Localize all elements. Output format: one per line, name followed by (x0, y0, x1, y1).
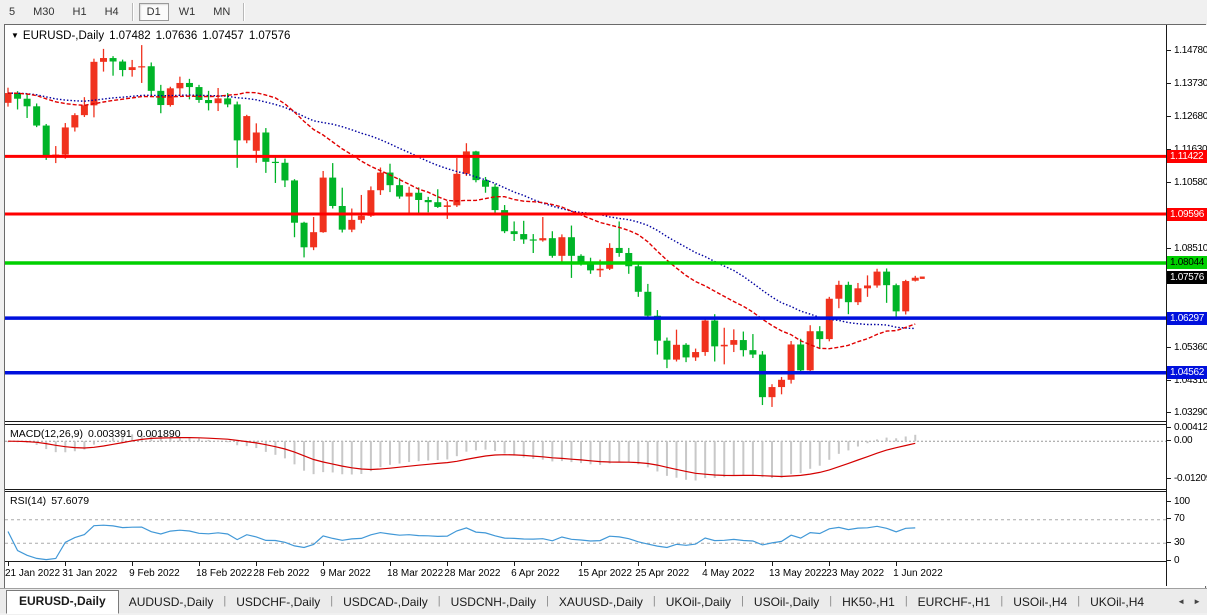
axis-tick-label: -0.01209 (1167, 472, 1207, 485)
main-chart-panel[interactable]: ▼ EURUSD-,Daily 1.07482 1.07636 1.07457 1.075… (5, 25, 1166, 422)
tab-usoil-daily[interactable]: USOil-,Daily (744, 592, 829, 613)
tab-xauusd-daily[interactable]: XAUUSD-,Daily (549, 592, 653, 613)
tab-scroll-right-icon[interactable]: ► (1193, 597, 1201, 606)
axis-tick-label: 30 (1167, 536, 1207, 549)
tab-eurusd-daily[interactable]: EURUSD-,Daily (6, 590, 119, 614)
toolbar-separator (132, 3, 134, 21)
axis-tick-label: 0.004128 (1167, 421, 1207, 434)
date-tick (705, 562, 706, 566)
axis-tick-label: 70 (1167, 512, 1207, 525)
tab-eurchf-h1[interactable]: EURCHF-,H1 (908, 592, 1001, 613)
tab-scroll-buttons: ◄► (1177, 597, 1201, 606)
chart-dropdown-icon: ▼ (11, 31, 19, 40)
price-level-label: 1.09596 (1167, 208, 1207, 221)
chart-title: ▼ EURUSD-,Daily 1.07482 1.07636 1.07457 1.075… (11, 30, 290, 42)
timeframe-toolbar: 5M30H1H4 D1W1MN (0, 0, 1207, 24)
trading-platform: 5M30H1H4 D1W1MN ▼ EURUSD-,Daily 1.07482 1.07… (0, 0, 1207, 615)
macd-main-value: 0.003391 (88, 428, 132, 440)
candlestick-chart[interactable] (5, 25, 1166, 421)
price-level-label: 1.08044 (1167, 256, 1207, 269)
toolbar-item-h1[interactable]: H1 (65, 3, 95, 21)
date-label: 28 Feb 2022 (253, 568, 309, 579)
date-tick (132, 562, 133, 566)
date-tick (8, 562, 9, 566)
date-label: 21 Jan 2022 (5, 568, 60, 579)
date-tick (256, 562, 257, 566)
date-tick (514, 562, 515, 566)
date-label: 18 Mar 2022 (387, 568, 443, 579)
tab-usoil-h4[interactable]: USOil-,H4 (1003, 592, 1077, 613)
bar-high-value: 1.07636 (156, 30, 198, 42)
date-label: 31 Jan 2022 (62, 568, 117, 579)
rsi-label: RSI(14)57.6079 (10, 495, 89, 507)
toolbar-item-d1[interactable]: D1 (139, 3, 169, 21)
tab-usdcnh-daily[interactable]: USDCNH-,Daily (441, 592, 546, 613)
date-tick (896, 562, 897, 566)
date-label: 4 May 2022 (702, 568, 754, 579)
date-label: 25 Apr 2022 (635, 568, 689, 579)
price-axis: 1.147801.137301.126801.116301.105801.085… (1166, 25, 1207, 586)
tab-ukoil-h4[interactable]: UKOil-,H4 (1080, 592, 1154, 613)
axis-tick-label: 1.03290 (1167, 406, 1207, 419)
rsi-panel[interactable]: RSI(14)57.6079 (5, 491, 1166, 562)
macd-panel[interactable]: MACD(12,26,9)0.0033910.001890 (5, 424, 1166, 490)
toolbar-item-m30[interactable]: M30 (25, 3, 62, 21)
price-level-label: 1.11422 (1167, 150, 1207, 163)
date-label: 9 Feb 2022 (129, 568, 180, 579)
macd-label: MACD(12,26,9)0.0033910.001890 (10, 428, 181, 440)
toolbar-item-w1[interactable]: W1 (171, 3, 204, 21)
tab-usdcad-daily[interactable]: USDCAD-,Daily (333, 592, 438, 613)
date-axis: 21 Jan 202231 Jan 2022 9 Feb 2022 18 Feb 2… (5, 562, 1166, 586)
date-label: 15 Apr 2022 (578, 568, 632, 579)
date-tick (390, 562, 391, 566)
toolbar-item-h4[interactable]: H4 (97, 3, 127, 21)
date-tick (772, 562, 773, 566)
bar-low-value: 1.07457 (202, 30, 244, 42)
date-tick (638, 562, 639, 566)
date-tick (65, 562, 66, 566)
price-level-label: 1.06297 (1167, 312, 1207, 325)
date-tick (323, 562, 324, 566)
axis-tick-label: 0.00 (1167, 434, 1207, 447)
date-label: 9 Mar 2022 (320, 568, 371, 579)
date-tick (447, 562, 448, 566)
symbol-tab-bar: EURUSD-,DailyAUDUSD-,Daily|USDCHF-,Daily… (0, 588, 1207, 613)
axis-tick-label: 100 (1167, 495, 1207, 508)
date-tick (829, 562, 830, 566)
date-label: 23 May 2022 (826, 568, 884, 579)
date-tick (199, 562, 200, 566)
axis-tick-label: 1.10580 (1167, 176, 1207, 189)
axis-tick-label: 0 (1167, 554, 1207, 567)
bar-close-value: 1.07576 (249, 30, 291, 42)
date-label: 28 Mar 2022 (444, 568, 500, 579)
date-label: 13 May 2022 (769, 568, 827, 579)
toolbar-item-mn[interactable]: MN (205, 3, 238, 21)
axis-tick-label: 1.12680 (1167, 110, 1207, 123)
toolbar-item-5[interactable]: 5 (1, 3, 23, 21)
date-label: 6 Apr 2022 (511, 568, 559, 579)
axis-tick-label: 1.14780 (1167, 44, 1207, 57)
tab-scroll-left-icon[interactable]: ◄ (1177, 597, 1185, 606)
price-level-label: 1.04562 (1167, 366, 1207, 379)
axis-tick-label: 1.08510 (1167, 242, 1207, 255)
tab-audusd-daily[interactable]: AUDUSD-,Daily (119, 592, 224, 613)
macd-signal-value: 0.001890 (137, 428, 181, 440)
rsi-value: 57.6079 (51, 495, 89, 507)
toolbar-separator (243, 3, 245, 21)
chart-symbol-label: EURUSD-,Daily (23, 30, 104, 42)
rsi-chart[interactable] (5, 492, 1166, 561)
tab-hk50-h1[interactable]: HK50-,H1 (832, 592, 905, 613)
bar-open-value: 1.07482 (109, 30, 151, 42)
tab-usdchf-daily[interactable]: USDCHF-,Daily (226, 592, 330, 613)
date-label: 18 Feb 2022 (196, 568, 252, 579)
date-tick (581, 562, 582, 566)
axis-tick-label: 1.13730 (1167, 77, 1207, 90)
date-label: 1 Jun 2022 (893, 568, 943, 579)
axis-tick-label: 1.05360 (1167, 341, 1207, 354)
price-level-label: 1.07576 (1167, 271, 1207, 284)
tab-ukoil-daily[interactable]: UKOil-,Daily (656, 592, 741, 613)
